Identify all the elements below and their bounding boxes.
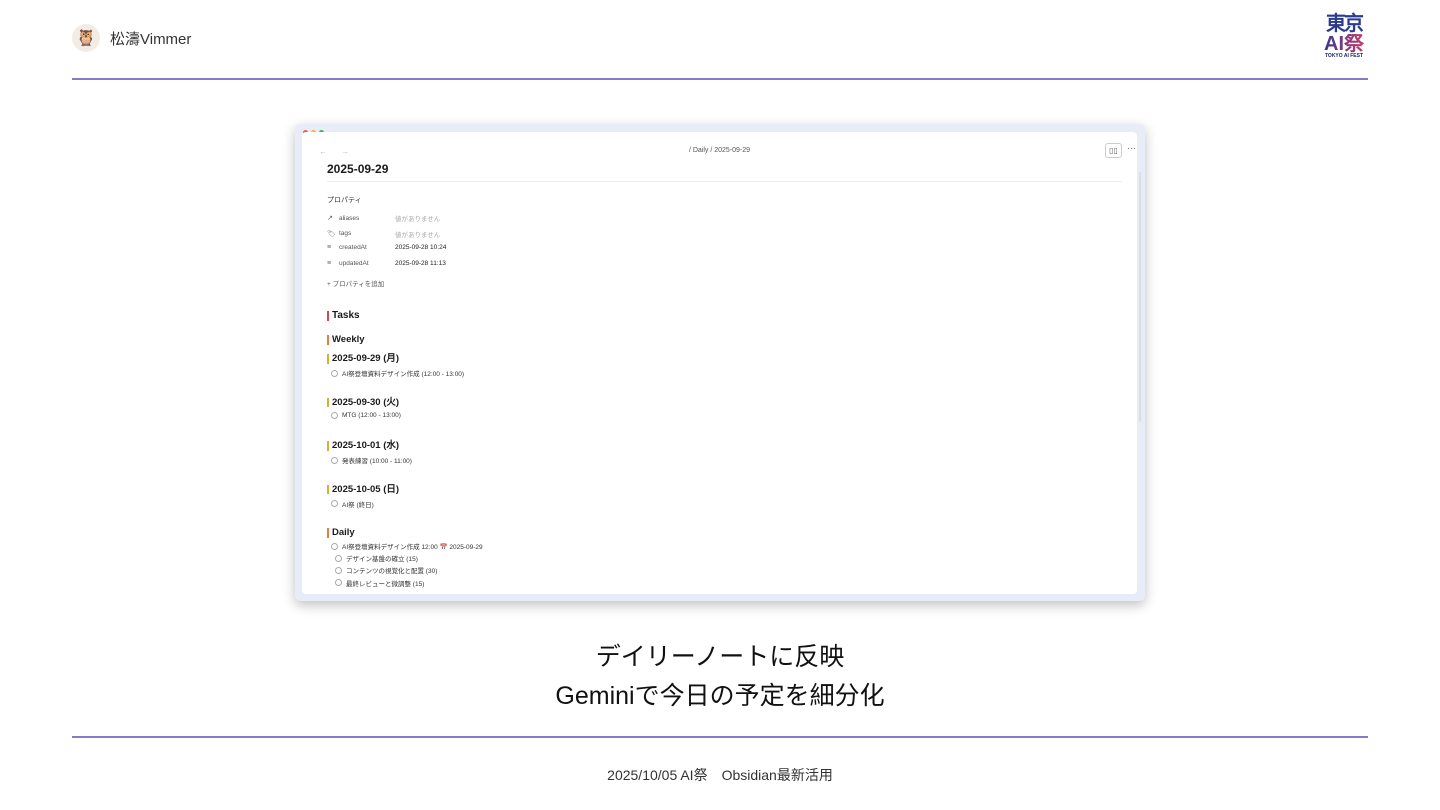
subtask-item[interactable]: コンテンツの視覚化と配置 (30) xyxy=(335,565,437,575)
task-item[interactable]: AI祭 (終日) xyxy=(331,499,374,509)
heading-weekly: Weekly xyxy=(327,335,365,345)
heading-day: 2025-09-30 (火) xyxy=(327,397,399,407)
property-value[interactable]: 値がありません xyxy=(395,213,440,223)
footer: 2025/10/05 AI祭 Obsidian最新活用 xyxy=(607,767,833,783)
checkbox[interactable] xyxy=(331,411,338,419)
checkbox[interactable] xyxy=(335,579,342,587)
title-divider xyxy=(327,181,1122,182)
property-icon: ≡ xyxy=(327,244,332,251)
more-icon[interactable]: ··· xyxy=(1127,143,1136,153)
heading-day: 2025-09-29 (月) xyxy=(327,354,399,364)
scrollbar[interactable] xyxy=(1139,172,1141,422)
checkbox[interactable] xyxy=(335,566,342,574)
property-key: updatedAt xyxy=(339,259,369,267)
subtask-item[interactable]: デザイン基盤の確立 (15) xyxy=(335,553,418,563)
breadcrumb: / Daily / 2025-09-29 xyxy=(688,147,751,154)
heading-tasks: Tasks xyxy=(327,311,360,321)
caption-line2: Geminiで今日の予定を細分化 xyxy=(555,682,885,710)
bottom-divider xyxy=(72,736,1368,738)
property-key: tags xyxy=(339,230,352,237)
note-panel: ← → / Daily / 2025-09-29 ▯▯ ··· 2025-09-… xyxy=(302,132,1141,594)
property-icon: ≡ xyxy=(327,259,332,267)
checkbox[interactable] xyxy=(331,369,338,377)
checkbox[interactable] xyxy=(331,500,338,507)
heading-day: 2025-10-01 (水) xyxy=(327,441,399,451)
checkbox[interactable] xyxy=(335,554,342,562)
property-value[interactable]: 2025-09-28 11:13 xyxy=(395,260,446,267)
property-key: createdAt xyxy=(339,244,367,251)
subtask-item[interactable]: 最終レビューと微調整 (15) xyxy=(335,578,424,588)
book-open-icon[interactable]: ▯▯ xyxy=(1105,143,1122,158)
checkbox[interactable] xyxy=(331,542,338,550)
property-icon: ↗ xyxy=(327,215,333,222)
author-name: 松濤Vimmer xyxy=(110,30,192,48)
avatar: 🦉 xyxy=(72,24,100,52)
caption-line1: デイリーノートに反映 xyxy=(595,643,845,671)
checkbox[interactable] xyxy=(331,456,338,464)
note-title: 2025-09-29 xyxy=(327,162,389,176)
task-item[interactable]: 発表練習 (10:00 - 11:00) xyxy=(331,455,412,465)
property-key: aliases xyxy=(339,214,360,222)
property-value[interactable]: 2025-09-28 10:24 xyxy=(395,244,446,251)
properties-label: プロパティ xyxy=(327,197,362,204)
task-item[interactable]: MTG (12:00 - 13:00) xyxy=(331,411,401,419)
top-divider xyxy=(72,78,1368,80)
property-row[interactable]: ↗ aliases 値がありません xyxy=(327,213,440,224)
heading-daily: Daily xyxy=(327,528,355,538)
property-row[interactable]: ≡ updatedAt 2025-09-28 11:13 xyxy=(327,260,446,267)
add-property-button[interactable]: + プロパティを追加 xyxy=(327,278,384,288)
property-row[interactable]: ≡ createdAt 2025-09-28 10:24 xyxy=(327,244,446,251)
obsidian-screenshot: ← → / Daily / 2025-09-29 ▯▯ ··· 2025-09-… xyxy=(295,124,1145,601)
tokyo-ai-fest-logo: 東京 AI祭 TOKYO AI FEST xyxy=(1320,14,1368,66)
heading-day: 2025-10-05 (日) xyxy=(327,484,399,494)
property-value[interactable]: 値がありません xyxy=(395,229,440,239)
header: 🦉 松濤Vimmer xyxy=(72,24,191,52)
task-item[interactable]: AI祭登壇資料デザイン作成 (12:00 - 13:00) xyxy=(331,368,464,378)
property-row[interactable]: 🏷 tags 値がありません xyxy=(327,229,440,239)
property-icon: 🏷 xyxy=(327,230,336,238)
daily-task[interactable]: AI祭登壇資料デザイン作成 12:00 📅 2025-09-29 xyxy=(331,541,483,551)
